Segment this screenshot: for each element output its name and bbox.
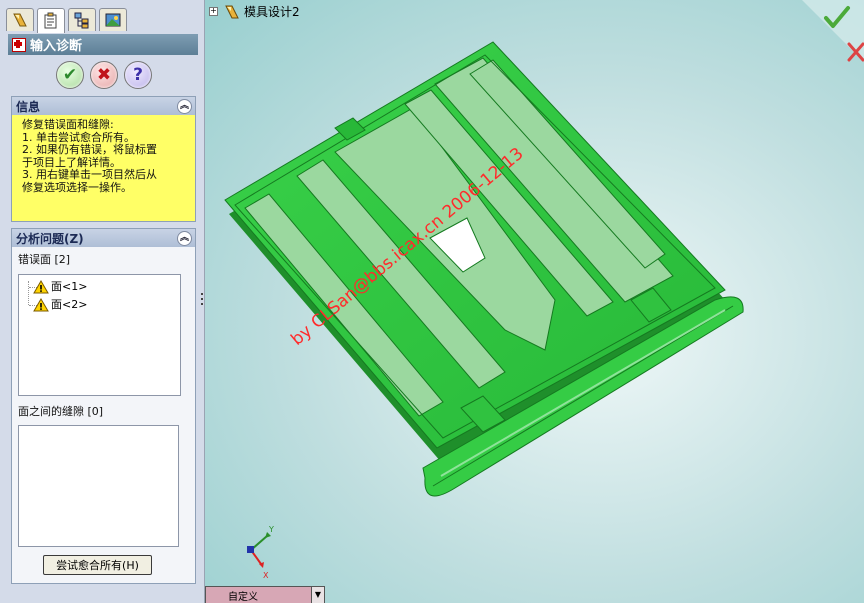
analysis-group-title: 分析问题(Z) (16, 231, 84, 246)
configuration-manager-icon (74, 12, 89, 29)
part-icon (225, 5, 239, 18)
part-name: 模具设计2 (244, 5, 300, 19)
collapse-analysis-button[interactable]: ︽ (177, 231, 192, 246)
feature-manager-icon (13, 13, 27, 27)
list-item[interactable]: 面<2> (33, 296, 87, 312)
feature-manager-tab[interactable] (6, 8, 34, 31)
warning-icon (33, 297, 49, 311)
triad-x-label: X (263, 571, 269, 580)
info-line: 修复错误面和缝隙: (22, 118, 114, 131)
info-line: 修复选项选择一操作。 (22, 180, 132, 194)
ok-button[interactable]: ✔ (56, 61, 84, 89)
face-label: 面<2> (51, 298, 88, 311)
configuration-tab[interactable]: 自定义 ▼ (205, 586, 325, 603)
analysis-group: 分析问题(Z) ︽ 错误面 [2] 面<1> 面<2> 面之间的缝隙 [0] (11, 228, 196, 584)
configuration-manager-tab[interactable] (68, 8, 96, 31)
warning-icon (33, 279, 49, 293)
info-group-header: 信息 ︽ (12, 97, 195, 115)
property-manager-tab[interactable] (37, 8, 65, 33)
chevron-down-icon[interactable]: ▼ (311, 587, 324, 603)
gaps-list[interactable] (18, 425, 179, 547)
panel-splitter-handle[interactable] (200, 290, 204, 314)
manager-tab-strip (6, 8, 130, 33)
mold-part-model[interactable]: by CLSan@bbs.icax.cn 2006-12-13 (205, 0, 864, 603)
display-manager-icon (105, 13, 121, 27)
faulty-faces-label: 错误面 [2] (18, 253, 71, 266)
gaps-label: 面之间的缝隙 [0] (18, 405, 104, 418)
axis-triad: Y X (247, 525, 274, 580)
collapse-info-button[interactable]: ︽ (177, 99, 192, 114)
action-button-row: ✔ ✖ ? (56, 61, 158, 89)
cancel-button[interactable]: ✖ (90, 61, 118, 89)
checkmark-icon: ✔ (62, 65, 78, 85)
display-manager-tab[interactable] (99, 8, 127, 31)
info-line: 2. 如果仍有错误，将鼠标置 (22, 143, 157, 157)
configuration-tab-label: 自定义 (228, 591, 258, 603)
property-manager-icon (44, 12, 57, 29)
help-button[interactable]: ? (124, 61, 152, 89)
face-label: 面<1> (51, 280, 88, 293)
property-manager-title: 输入诊断 (30, 39, 83, 54)
import-diagnostics-icon (12, 37, 26, 52)
triad-y-label: Y (268, 525, 274, 534)
info-message: 修复错误面和缝隙: 1. 单击尝试愈合所有。 2. 如果仍有错误，将鼠标置 于项… (12, 115, 195, 221)
list-item[interactable]: 面<1> (33, 278, 87, 294)
expand-icon[interactable]: + (209, 7, 218, 16)
analysis-group-header: 分析问题(Z) ︽ (12, 229, 195, 247)
graphics-area[interactable]: by CLSan@bbs.icax.cn 2006-12-13 + 模具设计2 … (205, 0, 864, 603)
help-icon: ? (133, 65, 143, 85)
info-group-title: 信息 (16, 99, 41, 114)
confirmation-corner (802, 0, 864, 62)
faulty-faces-list[interactable]: 面<1> 面<2> (18, 274, 181, 396)
close-icon: ✖ (96, 65, 112, 85)
try-heal-all-button[interactable]: 尝试愈合所有(H) (43, 555, 152, 575)
feature-tree-root[interactable]: + 模具设计2 (209, 3, 300, 20)
property-manager-panel: 输入诊断 ✔ ✖ ? 信息 ︽ 修复错误面和缝隙: 1. 单击尝试愈合所有。 2… (0, 0, 205, 603)
property-manager-header: 输入诊断 (8, 34, 198, 55)
info-group: 信息 ︽ 修复错误面和缝隙: 1. 单击尝试愈合所有。 2. 如果仍有错误，将鼠… (11, 96, 196, 222)
